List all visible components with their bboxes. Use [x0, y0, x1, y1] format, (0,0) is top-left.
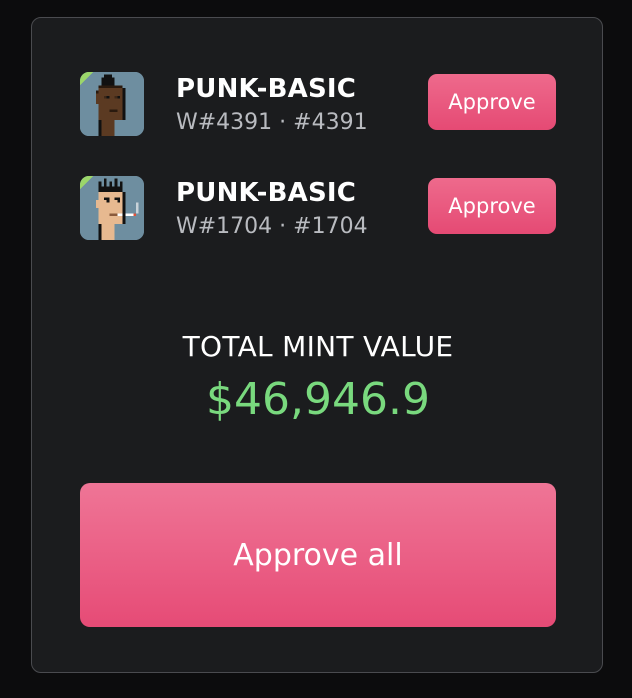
approve-button[interactable]: Approve — [428, 74, 556, 130]
item-subtitle: W#1704 · #1704 — [176, 214, 368, 239]
punk-avatar-mohawk-icon — [80, 72, 144, 136]
approve-button[interactable]: Approve — [428, 178, 556, 234]
total-mint-value-label: TOTAL MINT VALUE — [182, 330, 454, 363]
approve-all-button[interactable]: Approve all — [80, 483, 556, 627]
total-mint-value: $46,946.9 — [206, 374, 430, 425]
item-subtitle: W#4391 · #4391 — [176, 110, 368, 135]
item-name: PUNK-BASIC — [176, 74, 357, 104]
list-item: PUNK-BASIC W#1704 · #1704 Approve — [80, 176, 556, 242]
punk-avatar-cigarette-icon — [80, 176, 144, 240]
approval-panel: PUNK-BASIC W#4391 · #4391 Approve PUNK-B… — [31, 17, 603, 673]
item-name: PUNK-BASIC — [176, 178, 357, 208]
list-item: PUNK-BASIC W#4391 · #4391 Approve — [80, 72, 556, 138]
